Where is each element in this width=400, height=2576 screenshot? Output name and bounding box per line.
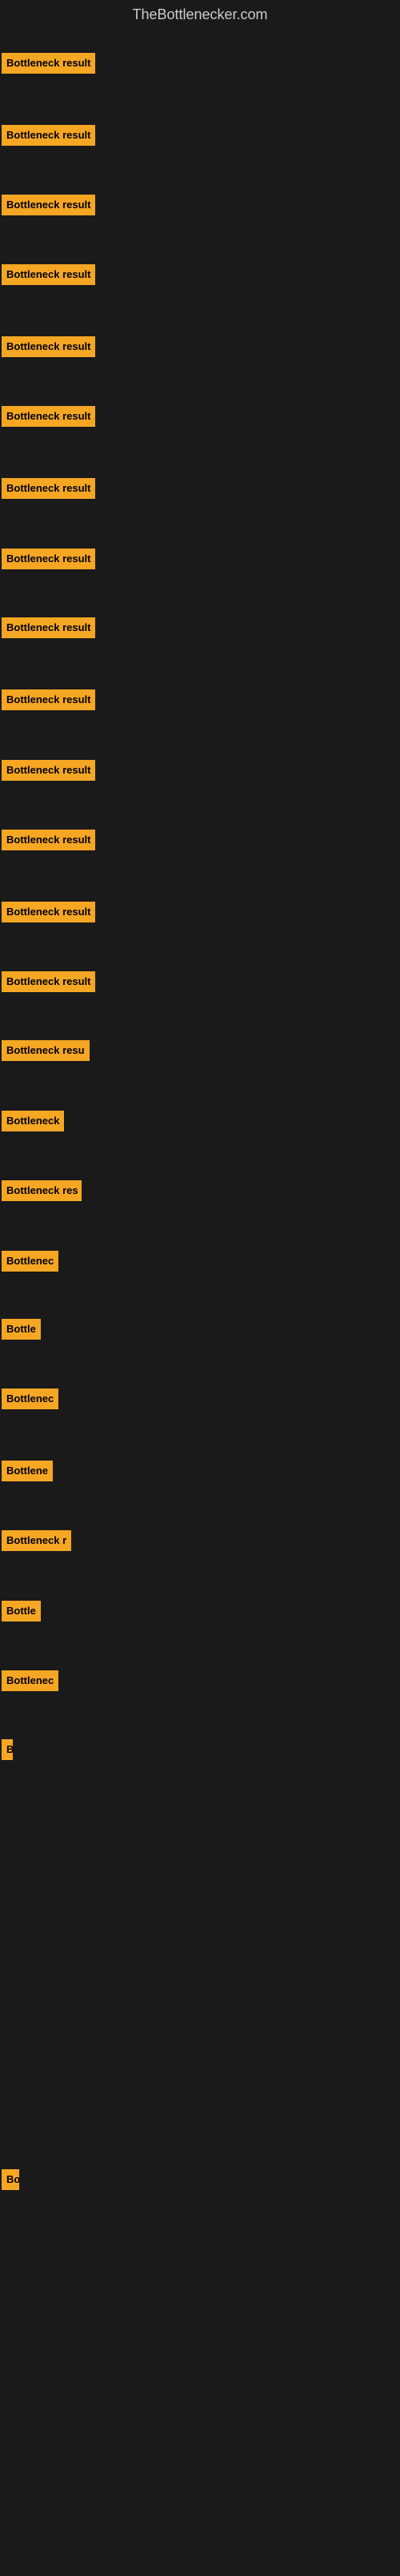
bottleneck-row-24: Bottlenec: [2, 1669, 58, 1693]
bottleneck-row-11: Bottleneck result: [2, 758, 95, 782]
bottleneck-bar-10[interactable]: Bottleneck result: [2, 689, 95, 710]
bottleneck-bar-18[interactable]: Bottlenec: [2, 1251, 58, 1272]
bottleneck-bar-6[interactable]: Bottleneck result: [2, 406, 95, 427]
bottleneck-bar-3[interactable]: Bottleneck result: [2, 195, 95, 215]
bottleneck-bar-7[interactable]: Bottleneck result: [2, 478, 95, 499]
bottleneck-row-2: Bottleneck result: [2, 123, 95, 147]
bottleneck-row-4: Bottleneck result: [2, 263, 95, 287]
bottleneck-row-17: Bottleneck res: [2, 1179, 82, 1203]
bottleneck-bar-8[interactable]: Bottleneck result: [2, 549, 95, 569]
bottleneck-bar-19[interactable]: Bottle: [2, 1319, 41, 1340]
bottleneck-row-22: Bottleneck r: [2, 1529, 71, 1553]
bottleneck-bar-23[interactable]: Bottle: [2, 1601, 41, 1622]
bottleneck-bar-20[interactable]: Bottlenec: [2, 1388, 58, 1409]
bottleneck-bar-24[interactable]: Bottlenec: [2, 1670, 58, 1691]
bottleneck-row-14: Bottleneck result: [2, 970, 95, 994]
bottleneck-bar-5[interactable]: Bottleneck result: [2, 336, 95, 357]
bottleneck-bar-15[interactable]: Bottleneck resu: [2, 1040, 90, 1061]
bottleneck-bar-25[interactable]: B: [2, 1739, 13, 1760]
bottleneck-row-21: Bottlene: [2, 1459, 53, 1483]
bottleneck-row-3: Bottleneck result: [2, 193, 95, 217]
bottleneck-row-16: Bottleneck: [2, 1109, 64, 1133]
bottleneck-row-1: Bottleneck result: [2, 51, 95, 75]
bottleneck-bar-4[interactable]: Bottleneck result: [2, 264, 95, 285]
bottleneck-row-7: Bottleneck result: [2, 476, 95, 500]
bottleneck-row-25: B: [2, 1738, 13, 1762]
bottleneck-bar-2[interactable]: Bottleneck result: [2, 125, 95, 146]
bottleneck-row-5: Bottleneck result: [2, 335, 95, 359]
bottleneck-row-15: Bottleneck resu: [2, 1039, 90, 1063]
bottleneck-bar-13[interactable]: Bottleneck result: [2, 902, 95, 922]
bottleneck-row-13: Bottleneck result: [2, 900, 95, 924]
bottleneck-row-19: Bottle: [2, 1317, 41, 1341]
bottleneck-bar-22[interactable]: Bottleneck r: [2, 1530, 71, 1551]
bottleneck-bar-11[interactable]: Bottleneck result: [2, 760, 95, 781]
bottleneck-bar-1[interactable]: Bottleneck result: [2, 53, 95, 74]
bottleneck-bar-12[interactable]: Bottleneck result: [2, 830, 95, 850]
bottleneck-row-8: Bottleneck result: [2, 547, 95, 571]
bottleneck-row-29: Bo: [2, 2168, 19, 2192]
bottleneck-bar-17[interactable]: Bottleneck res: [2, 1180, 82, 1201]
bottleneck-row-18: Bottlenec: [2, 1249, 58, 1273]
site-title: TheBottlenecker.com: [0, 0, 400, 30]
bottleneck-bar-29[interactable]: Bo: [2, 2169, 19, 2190]
bottleneck-bar-14[interactable]: Bottleneck result: [2, 971, 95, 992]
bottleneck-row-9: Bottleneck result: [2, 616, 95, 640]
bottleneck-row-23: Bottle: [2, 1599, 41, 1623]
bottleneck-row-10: Bottleneck result: [2, 688, 95, 712]
bottleneck-row-12: Bottleneck result: [2, 828, 95, 852]
bottleneck-bar-9[interactable]: Bottleneck result: [2, 617, 95, 638]
bottleneck-row-6: Bottleneck result: [2, 404, 95, 428]
bottleneck-row-20: Bottlenec: [2, 1387, 58, 1411]
bottleneck-bar-21[interactable]: Bottlene: [2, 1461, 53, 1481]
bottleneck-bar-16[interactable]: Bottleneck: [2, 1111, 64, 1131]
